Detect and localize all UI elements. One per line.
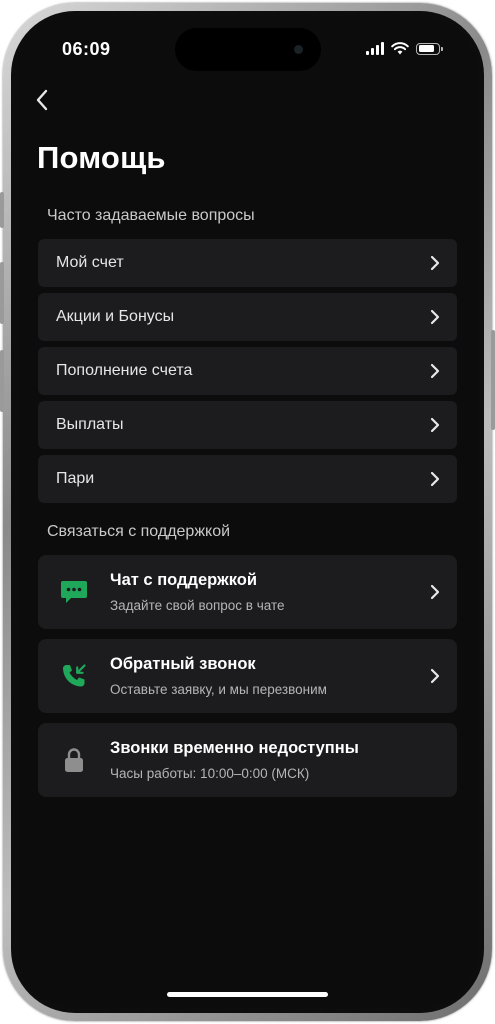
chevron-right-icon: [430, 584, 440, 600]
support-item-subtitle: Оставьте заявку, и мы перезвоним: [110, 682, 327, 697]
faq-item-payouts[interactable]: Выплаты: [38, 401, 457, 449]
app-screen: 06:09 Помощь Часто задаваемые вопросы Мо…: [17, 17, 478, 1007]
chevron-right-icon: [430, 309, 440, 325]
wifi-icon: [391, 42, 409, 55]
status-time: 06:09: [62, 39, 111, 59]
support-callback-text: Обратный звонок Оставьте заявку, и мы пе…: [110, 655, 429, 697]
faq-item-promotions-bonuses[interactable]: Акции и Бонусы: [38, 293, 457, 341]
support-chat-text: Чат с поддержкой Задайте свой вопрос в ч…: [110, 571, 429, 613]
faq-item-deposit[interactable]: Пополнение счета: [38, 347, 457, 395]
cellular-signal-icon: [366, 42, 384, 55]
battery-icon: [416, 42, 443, 55]
status-icons: [366, 42, 443, 55]
chevron-left-icon: [36, 89, 48, 111]
chevron-right-icon: [430, 255, 440, 271]
volume-down-button: [0, 350, 4, 412]
support-item-subtitle: Задайте свой вопрос в чате: [110, 598, 285, 613]
camera-icon: [294, 45, 303, 54]
faq-section-title: Часто задаваемые вопросы: [47, 207, 255, 224]
power-button: [491, 330, 495, 430]
chevron-right-icon: [430, 471, 440, 487]
support-calls-text: Звонки временно недоступны Часы работы: …: [110, 739, 441, 781]
faq-item-my-account[interactable]: Мой счет: [38, 239, 457, 287]
support-callback-button[interactable]: Обратный звонок Оставьте заявку, и мы пе…: [38, 639, 457, 713]
lock-icon: [58, 744, 90, 776]
faq-item-label: Пари: [56, 470, 95, 487]
dynamic-island: [175, 28, 321, 71]
faq-item-label: Пополнение счета: [56, 362, 193, 379]
support-chat-button[interactable]: Чат с поддержкой Задайте свой вопрос в ч…: [38, 555, 457, 629]
support-item-title: Обратный звонок: [110, 655, 256, 673]
faq-item-label: Акции и Бонусы: [56, 308, 175, 325]
support-item-title: Чат с поддержкой: [110, 571, 257, 589]
support-item-subtitle: Часы работы: 10:00–0:00 (МСК): [110, 766, 310, 781]
faq-item-bets[interactable]: Пари: [38, 455, 457, 503]
page-title: Помощь: [37, 140, 166, 175]
status-bar: 06:09: [17, 17, 478, 77]
chevron-right-icon: [430, 668, 440, 684]
volume-up-button: [0, 262, 4, 324]
support-list: Чат с поддержкой Задайте свой вопрос в ч…: [38, 555, 457, 807]
faq-list: Мой счет Акции и Бонусы Пополнение счета…: [38, 239, 457, 509]
phone-callback-icon: [58, 660, 90, 692]
support-calls-unavailable: Звонки временно недоступны Часы работы: …: [38, 723, 457, 797]
faq-item-label: Выплаты: [56, 416, 124, 433]
home-indicator[interactable]: [167, 992, 328, 997]
faq-item-label: Мой счет: [56, 254, 124, 271]
back-button[interactable]: [27, 85, 57, 115]
chevron-right-icon: [430, 363, 440, 379]
chat-icon: [58, 576, 90, 608]
action-button: [0, 192, 4, 228]
chevron-right-icon: [430, 417, 440, 433]
support-section-title: Связаться с поддержкой: [47, 523, 231, 540]
support-item-title: Звонки временно недоступны: [110, 739, 359, 757]
